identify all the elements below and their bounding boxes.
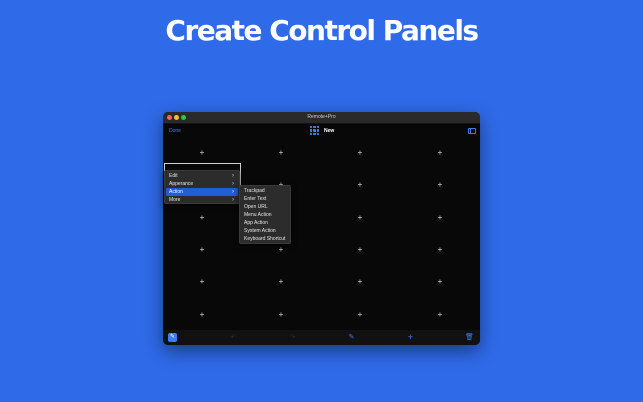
panel-canvas: ++++++++++++++++++++++++ — [163, 138, 480, 330]
pencil-icon[interactable]: ✎ — [347, 333, 356, 342]
add-slot-button[interactable]: + — [277, 278, 285, 286]
top-toolbar: Done New — [163, 124, 480, 138]
add-slot-button[interactable]: + — [356, 181, 364, 189]
add-slot-button[interactable]: + — [436, 149, 444, 157]
chevron-right-icon: › — [232, 197, 234, 203]
context-menu: Edit › Apperance › Action › More › — [164, 170, 240, 204]
undo-icon[interactable]: ↶ — [229, 333, 238, 342]
add-slot-button[interactable]: + — [198, 214, 206, 222]
submenu-item-system-action[interactable]: System Action — [241, 227, 289, 235]
add-icon[interactable]: + — [406, 333, 415, 342]
menu-item-label: Action — [169, 189, 183, 195]
submenu-item-enter-text[interactable]: Enter Text — [241, 195, 289, 203]
chevron-right-icon: › — [232, 189, 234, 195]
add-slot-button[interactable]: + — [436, 278, 444, 286]
add-slot-button[interactable]: + — [436, 311, 444, 319]
menu-item-appearance[interactable]: Apperance › — [166, 180, 238, 188]
menu-item-label: Apperance — [169, 181, 194, 187]
add-slot-button[interactable]: + — [277, 246, 285, 254]
app-window: Remote+Pro Done New + + + + + + + + + + + + + + + + + + + +… — [163, 112, 480, 345]
submenu-item-keyboard-shortcut[interactable]: Keyboard Shortcut — [241, 235, 289, 243]
submenu-item-trackpad[interactable]: Trackpad — [241, 187, 289, 195]
submenu-item-open-url[interactable]: Open URL — [241, 203, 289, 211]
chevron-right-icon: › — [232, 181, 234, 187]
chevron-right-icon: › — [232, 173, 234, 179]
panel-name[interactable]: New — [324, 128, 334, 134]
submenu-item-menu-action[interactable]: Menu Action — [241, 211, 289, 219]
add-slot-button[interactable]: + — [198, 246, 206, 254]
trash-icon[interactable]: 🗑 — [465, 333, 474, 342]
title-bar: Remote+Pro — [163, 112, 480, 124]
add-slot-button[interactable]: + — [436, 181, 444, 189]
window-title: Remote+Pro — [307, 114, 336, 120]
done-button[interactable]: Done — [169, 128, 181, 134]
headline: Create Control Panels — [165, 14, 479, 47]
menu-item-action[interactable]: Action › — [166, 188, 238, 196]
menu-item-label: More — [169, 197, 181, 203]
sidebar-toggle-icon[interactable] — [468, 128, 476, 134]
add-slot-button[interactable]: + — [356, 214, 364, 222]
redo-icon[interactable]: ↷ — [288, 333, 297, 342]
add-slot-button[interactable]: + — [198, 278, 206, 286]
menu-item-more[interactable]: More › — [166, 196, 238, 204]
add-slot-button[interactable]: + — [277, 149, 285, 157]
menu-item-edit[interactable]: Edit › — [166, 172, 238, 180]
menu-item-label: Edit — [169, 173, 178, 179]
add-slot-button[interactable]: + — [356, 149, 364, 157]
bottom-toolbar: ✎ ↶ ↷ ✎ + 🗑 — [163, 330, 480, 345]
add-slot-button[interactable]: + — [198, 149, 206, 157]
add-slot-button[interactable]: + — [277, 311, 285, 319]
edit-mode-icon[interactable]: ✎ — [168, 333, 177, 342]
submenu-item-app-action[interactable]: App Action — [241, 219, 289, 227]
add-slot-button[interactable]: + — [356, 246, 364, 254]
add-slot-button[interactable]: + — [436, 246, 444, 254]
add-slot-button[interactable]: + — [356, 311, 364, 319]
add-slot-button[interactable]: + — [436, 214, 444, 222]
panel-grid-icon[interactable] — [310, 126, 320, 135]
add-slot-button[interactable]: + — [356, 278, 364, 286]
action-submenu: Trackpad Enter Text Open URL Menu Action… — [239, 185, 291, 244]
add-slot-button[interactable]: + — [198, 311, 206, 319]
